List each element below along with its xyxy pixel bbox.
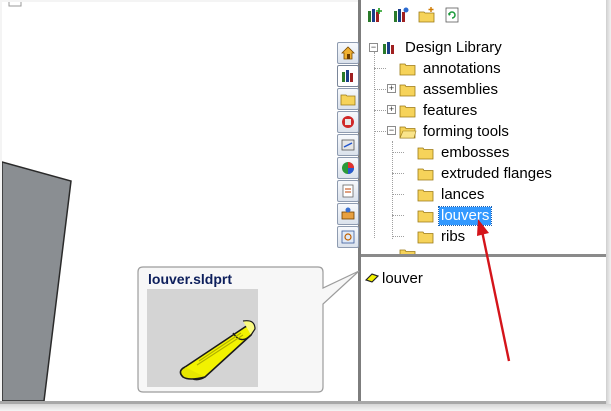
file-item-label: louver — [382, 269, 423, 287]
folder-icon — [417, 231, 434, 244]
file-item-louver[interactable]: louver — [365, 268, 423, 288]
tree-item-label: assemblies — [423, 81, 499, 98]
tab-toolbox[interactable] — [337, 134, 359, 156]
tree-line — [392, 152, 404, 153]
tree-line — [392, 141, 393, 239]
tree-line — [392, 194, 404, 195]
red-arrow-annotation — [477, 219, 511, 362]
tree-item-label: annotations — [423, 60, 501, 77]
tree-line — [374, 131, 386, 132]
tree-line — [392, 215, 404, 216]
toolbox-icon — [341, 139, 355, 151]
tree-item-ribs[interactable]: ribs — [417, 227, 467, 247]
frame-shadow — [606, 0, 611, 411]
tree-item-label: lances — [441, 186, 485, 203]
tree-item-features[interactable]: features — [399, 101, 479, 121]
task-pane-tabs — [337, 42, 359, 248]
appearances-icon — [342, 162, 354, 174]
tab-3d-content[interactable] — [337, 203, 359, 225]
preview-tooltip: louver.sldprt — [137, 266, 360, 393]
tree-item-lances[interactable]: lances — [417, 185, 486, 205]
design-library-icon — [383, 42, 394, 54]
home-icon — [341, 46, 355, 60]
folder-open-icon — [399, 126, 417, 139]
folder-icon — [399, 105, 416, 118]
folder-icon — [399, 63, 416, 76]
tab-appearances[interactable] — [337, 157, 359, 179]
tree-line — [392, 236, 404, 237]
tab-resources[interactable] — [337, 42, 359, 64]
tab-view-palette[interactable] — [337, 111, 359, 133]
custom-properties-icon — [342, 184, 354, 198]
tree-line — [374, 52, 375, 238]
folder-icon — [417, 210, 434, 223]
screenshot-frame: − + + − Design Library annotations assem… — [0, 0, 611, 411]
refresh-icon[interactable] — [443, 6, 461, 24]
collapse-toggle[interactable]: − — [369, 43, 378, 52]
tab-design-library[interactable] — [337, 65, 359, 87]
tree-item-label: ribs — [441, 228, 466, 245]
view-palette-icon — [342, 116, 354, 128]
add-to-library-icon[interactable] — [366, 6, 384, 24]
tree-line — [374, 110, 386, 111]
preview-title: louver.sldprt — [148, 271, 233, 287]
tree-item-label: extruded flanges — [441, 165, 552, 182]
tree-root-design-library[interactable]: Design Library — [381, 38, 504, 58]
tree-item-embosses[interactable]: embosses — [417, 143, 511, 163]
tree-item-assemblies[interactable]: assemblies — [399, 80, 500, 100]
tree-root-label: Design Library — [405, 39, 502, 56]
expand-toggle[interactable]: + — [387, 105, 396, 114]
tree-line — [374, 89, 386, 90]
design-library-icon — [342, 70, 353, 82]
add-file-location-icon[interactable] — [392, 6, 410, 24]
folder-icon — [417, 147, 434, 160]
expand-toggle[interactable]: + — [387, 84, 396, 93]
part-icon — [365, 273, 379, 283]
tree-line — [374, 68, 386, 69]
tab-custom-properties[interactable] — [337, 180, 359, 202]
frame-shadow — [0, 404, 611, 411]
pane-toolbar — [361, 0, 606, 30]
tree-line — [392, 173, 404, 174]
louver-part-thumbnail — [179, 320, 256, 381]
tree-item-extruded-flanges[interactable]: extruded flanges — [417, 164, 554, 184]
folder-icon — [417, 189, 434, 202]
tree-item-label: embosses — [441, 144, 510, 161]
folder-icon — [417, 168, 434, 181]
tab-file-explorer[interactable] — [337, 88, 359, 110]
preview-thumbnail — [147, 289, 258, 387]
collapse-toggle[interactable]: − — [387, 126, 396, 135]
tree-item-annotations[interactable]: annotations — [399, 59, 503, 79]
tree-item-label: forming tools — [423, 123, 509, 140]
3d-content-icon — [341, 207, 355, 220]
folder-icon — [399, 84, 416, 97]
tab-search[interactable] — [337, 226, 359, 248]
tree-item-forming-tools[interactable]: forming tools — [399, 122, 511, 142]
create-folder-icon[interactable] — [418, 6, 436, 24]
tree-item-label: features — [423, 102, 478, 119]
file-explorer-icon — [340, 94, 356, 106]
search-icon — [341, 230, 355, 244]
